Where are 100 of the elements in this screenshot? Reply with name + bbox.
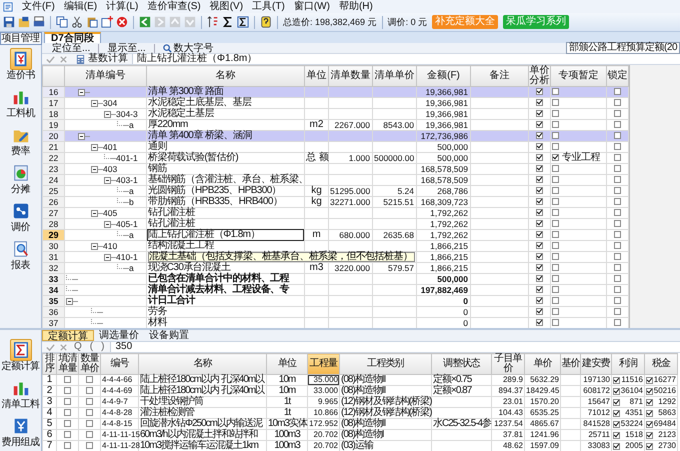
column-header[interactable]: 单价分析: [528, 66, 550, 86]
collapse-icon[interactable]: [104, 254, 111, 260]
column-header[interactable]: 排序: [42, 354, 56, 374]
confirm-icon[interactable]: [46, 54, 55, 64]
formula-button[interactable]: Q: [72, 342, 84, 352]
formula-button[interactable]: (: [88, 342, 96, 352]
menu-item[interactable]: 造价审查(S): [147, 0, 201, 12]
checkbox[interactable]: [613, 432, 620, 438]
checkbox[interactable]: [536, 142, 543, 150]
checkbox[interactable]: [552, 98, 559, 106]
checkbox[interactable]: [536, 286, 543, 293]
row-number[interactable]: 22: [42, 152, 64, 164]
checkbox[interactable]: [614, 132, 621, 139]
checkbox[interactable]: [552, 274, 559, 282]
checkbox[interactable]: [536, 264, 543, 271]
checkbox[interactable]: [552, 296, 559, 304]
row-number[interactable]: 25: [42, 186, 64, 196]
copy-icon[interactable]: [56, 16, 68, 28]
collapse-icon[interactable]: [66, 298, 73, 304]
checkbox[interactable]: [64, 408, 71, 416]
menu-item[interactable]: 工具(T): [252, 0, 285, 12]
checkbox[interactable]: [613, 410, 620, 416]
cancel-icon[interactable]: [59, 342, 68, 352]
checkbox[interactable]: [536, 242, 543, 249]
formula-button[interactable]: ): [99, 342, 106, 352]
quantity-cell[interactable]: 9.965: [308, 396, 340, 408]
row-number[interactable]: 32: [42, 262, 64, 274]
checkbox[interactable]: [614, 154, 621, 161]
column-header[interactable]: 工程类别: [340, 354, 432, 374]
checkbox[interactable]: [646, 442, 653, 450]
checkbox[interactable]: [536, 198, 543, 205]
menu-item[interactable]: 帮助(H): [338, 0, 373, 12]
quota-library-field[interactable]: 部颁公路工程预算定额(20: [566, 42, 680, 54]
checkbox[interactable]: [646, 432, 653, 438]
toolbar-button[interactable]: 定位至...: [48, 42, 94, 54]
folder-icon[interactable]: [18, 16, 30, 28]
menu-item[interactable]: 文件(F): [22, 0, 55, 12]
checkbox[interactable]: [614, 198, 621, 205]
sidebar-item[interactable]: 工料机: [0, 85, 42, 123]
collapse-icon[interactable]: [104, 110, 111, 118]
collapse-icon[interactable]: [91, 100, 98, 106]
sort-icon[interactable]: [207, 16, 219, 28]
detail-tab[interactable]: 定额计算: [42, 330, 94, 341]
checkbox[interactable]: [613, 376, 620, 384]
collapse-icon[interactable]: [91, 166, 98, 172]
checkbox[interactable]: [552, 230, 559, 238]
row-number[interactable]: 17: [42, 98, 64, 108]
checkbox[interactable]: [536, 318, 543, 326]
checkbox[interactable]: [613, 420, 620, 428]
row-number[interactable]: 24: [42, 174, 64, 186]
cancel-icon[interactable]: [59, 54, 68, 64]
checkbox[interactable]: [86, 386, 93, 394]
checkbox[interactable]: [86, 430, 93, 438]
toolbar-button[interactable]: 基数计算: [76, 54, 128, 64]
row-number[interactable]: 36: [42, 306, 64, 318]
save-icon[interactable]: [3, 16, 15, 28]
checkbox[interactable]: [536, 120, 543, 128]
column-header[interactable]: 单价: [524, 354, 560, 374]
checkbox[interactable]: [64, 420, 71, 427]
column-header[interactable]: 备注: [470, 66, 528, 86]
column-header[interactable]: 名称: [146, 66, 304, 86]
checkbox[interactable]: [552, 132, 559, 139]
row-number[interactable]: 19: [42, 120, 64, 130]
checkbox[interactable]: [552, 318, 559, 326]
checkbox[interactable]: [64, 386, 71, 394]
checkbox[interactable]: [614, 110, 621, 117]
checkbox[interactable]: [646, 388, 653, 394]
menu-item[interactable]: 编辑(E): [64, 0, 98, 12]
row-number[interactable]: 31: [42, 252, 64, 262]
column-header[interactable]: 编号: [100, 354, 138, 374]
checkbox[interactable]: [646, 376, 653, 384]
checkbox[interactable]: [552, 308, 559, 315]
column-header[interactable]: 单位: [304, 66, 328, 86]
column-header[interactable]: 建安费: [580, 354, 612, 374]
checkbox[interactable]: [536, 98, 543, 106]
quantity-cell[interactable]: 35.000: [308, 374, 340, 386]
checkbox[interactable]: [536, 132, 543, 139]
checkbox[interactable]: [614, 296, 621, 304]
checkbox[interactable]: [86, 442, 93, 449]
checkbox[interactable]: [614, 88, 621, 95]
checkbox[interactable]: [552, 110, 559, 117]
detail-tab[interactable]: 设备购置: [144, 330, 194, 341]
checkbox[interactable]: [646, 410, 653, 416]
row-number[interactable]: 33: [42, 274, 64, 284]
checkbox[interactable]: [536, 164, 543, 172]
column-header[interactable]: 数量单价: [78, 354, 100, 374]
sum-icon[interactable]: [222, 16, 234, 28]
row-number[interactable]: 34: [42, 284, 64, 296]
collapse-icon[interactable]: [104, 220, 111, 228]
checkbox[interactable]: [552, 264, 559, 271]
row-number[interactable]: 28: [42, 218, 64, 230]
confirm-icon[interactable]: [46, 342, 55, 352]
checkbox[interactable]: [552, 198, 559, 205]
checkbox[interactable]: [552, 286, 559, 293]
checkbox[interactable]: [86, 398, 93, 405]
sidebar-item[interactable]: 造价书: [0, 47, 42, 85]
row-number[interactable]: 37: [42, 318, 64, 328]
toolbar-button[interactable]: 显示至...: [103, 42, 150, 54]
column-header[interactable]: 子目单价: [492, 354, 524, 374]
sidebar-item[interactable]: 费率: [0, 123, 42, 161]
